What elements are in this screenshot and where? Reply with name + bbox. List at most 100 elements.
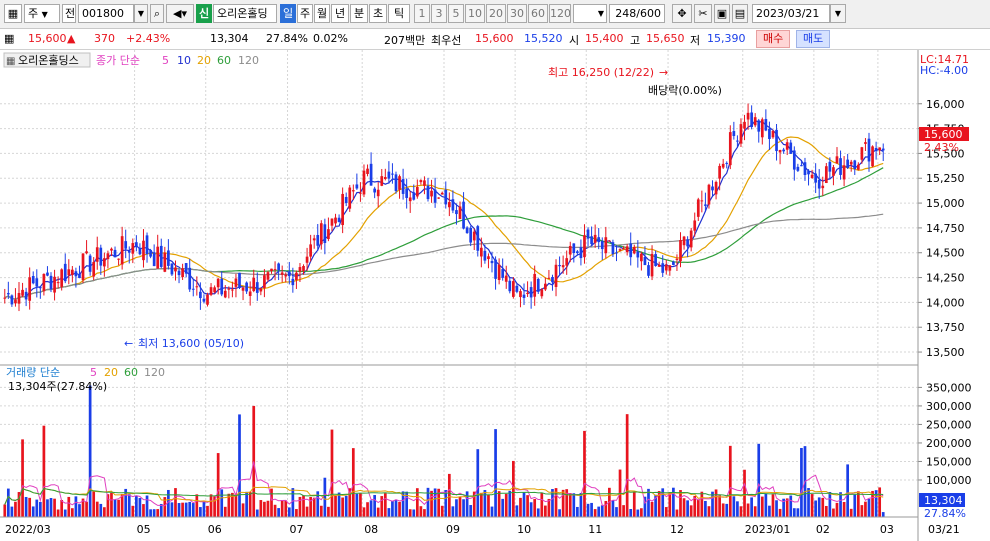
x-tick-label: 2023/01 xyxy=(745,523,791,536)
volume-bar xyxy=(6,488,10,517)
tools-icon[interactable]: ✂ xyxy=(694,4,712,23)
volume-bar xyxy=(245,491,248,517)
candle-body xyxy=(821,185,825,189)
candle-body xyxy=(270,268,273,272)
volume-bar xyxy=(792,508,796,517)
volume-bar xyxy=(860,505,864,517)
volume-bar xyxy=(188,501,192,517)
hc-label: HC:-4.00 xyxy=(920,64,968,77)
trade-value: 207백만 xyxy=(384,34,426,47)
candle-body xyxy=(138,247,142,255)
candle-body xyxy=(199,291,202,299)
calendar-icon[interactable]: ▤ xyxy=(732,4,748,23)
volume-bar xyxy=(750,497,753,517)
candle-body xyxy=(458,206,462,220)
volume-bar xyxy=(177,503,181,517)
settings-icon[interactable]: ▦ xyxy=(4,32,14,45)
period-minute-button[interactable]: 분 xyxy=(350,4,368,23)
volume-bar xyxy=(583,430,586,517)
candle-body xyxy=(302,266,305,272)
volume-bar xyxy=(576,506,579,517)
sell-button[interactable]: 매도 xyxy=(796,30,831,48)
speaker-icon[interactable]: ◀▾ xyxy=(166,4,194,23)
volume-bar xyxy=(867,498,871,517)
candle-body xyxy=(714,181,718,195)
menu-icon[interactable]: ▦ xyxy=(4,4,22,23)
volume-bar xyxy=(21,439,24,517)
candle-body xyxy=(159,245,163,267)
volume-bar xyxy=(341,497,344,517)
candle-body xyxy=(46,272,49,276)
volume-bar xyxy=(344,495,348,517)
period-second-button[interactable]: 초 xyxy=(369,4,387,23)
candle-body xyxy=(878,147,882,151)
stock-chart[interactable]: 2022/03 05 06 07 08 09 10 11 12 2023/01 02 03 03/21 1… xyxy=(0,50,990,541)
y-tick-label: 13,750 xyxy=(926,321,965,334)
tick-option-120[interactable]: 120 xyxy=(549,4,571,23)
stock-code-input[interactable]: 001800 xyxy=(78,4,134,23)
tick-option-3[interactable]: 3 xyxy=(431,4,447,23)
volume-bar xyxy=(597,506,601,517)
candle-body xyxy=(209,287,213,295)
tick-option-60[interactable]: 60 xyxy=(528,4,548,23)
x-tick-label: 02 xyxy=(816,523,830,536)
tick-option-1[interactable]: 1 xyxy=(414,4,430,23)
tick-option-10[interactable]: 10 xyxy=(465,4,485,23)
candle-body xyxy=(142,240,145,261)
volume-bar xyxy=(728,445,732,517)
period-year-button[interactable]: 년 xyxy=(331,4,349,23)
period-week-button[interactable]: 주 xyxy=(297,4,313,23)
tick-custom-input[interactable]: ▼ xyxy=(573,4,607,23)
volume-bar xyxy=(49,497,53,517)
volume-bar xyxy=(572,493,576,517)
volume-bar xyxy=(259,500,263,517)
volume-bar xyxy=(53,498,56,517)
candle-body xyxy=(24,291,28,300)
open-label: 시 xyxy=(569,34,580,47)
candle-body xyxy=(398,176,401,190)
volume-bar xyxy=(508,490,512,517)
up-arrow-icon: ▲ xyxy=(67,32,76,45)
candle-body xyxy=(625,246,629,253)
volume-bar xyxy=(707,506,711,517)
volume-bar xyxy=(604,500,608,517)
y-tick-label: 14,000 xyxy=(926,296,965,309)
candle-body xyxy=(423,180,426,186)
candle-body xyxy=(853,160,857,170)
candle-body xyxy=(110,248,113,251)
period-day-button[interactable]: 일 xyxy=(280,4,296,23)
candle-body xyxy=(672,261,675,265)
candle-body xyxy=(736,140,739,142)
candle-body xyxy=(234,278,238,287)
candle-body xyxy=(632,246,636,254)
period-type[interactable]: 전 xyxy=(62,4,76,23)
volume-bar xyxy=(832,508,835,517)
candle-body xyxy=(167,250,170,266)
volume-bar xyxy=(131,505,135,517)
buy-button[interactable]: 매수 xyxy=(756,30,791,48)
quote-bar: ▦ 15,600 ▲ 370 +2.43% 13,304 27.84% 0.02… xyxy=(0,29,990,50)
period-month-button[interactable]: 월 xyxy=(314,4,330,23)
search-icon[interactable]: ⌕ xyxy=(150,4,164,23)
stock-code-dropdown-icon[interactable]: ▼ xyxy=(134,4,148,23)
calendar-dropdown-icon[interactable]: ▼ xyxy=(830,4,846,23)
tick-option-5[interactable]: 5 xyxy=(448,4,464,23)
candle-body xyxy=(579,247,583,259)
tick-option-20[interactable]: 20 xyxy=(486,4,506,23)
candle-body xyxy=(21,289,24,296)
candle-body xyxy=(775,129,778,152)
date-field[interactable]: 2023/03/21 xyxy=(752,4,830,23)
volume-bar xyxy=(359,493,362,517)
x-end-label: 03/21 xyxy=(928,523,960,536)
volume-bar xyxy=(828,492,832,517)
period-tick-button[interactable]: 틱 xyxy=(388,4,410,23)
market-type-select[interactable]: 주 ▼ xyxy=(24,4,60,23)
panel-handle-icon: ▦ xyxy=(6,56,15,67)
volume-bar xyxy=(373,495,377,517)
tick-option-30[interactable]: 30 xyxy=(507,4,527,23)
bar-count-field[interactable]: 248/600 xyxy=(609,4,665,23)
crosshair-icon[interactable]: ✥ xyxy=(672,4,692,23)
volume-bar xyxy=(494,429,497,517)
y-tick-label: 14,500 xyxy=(926,247,965,260)
save-icon[interactable]: ▣ xyxy=(714,4,730,23)
